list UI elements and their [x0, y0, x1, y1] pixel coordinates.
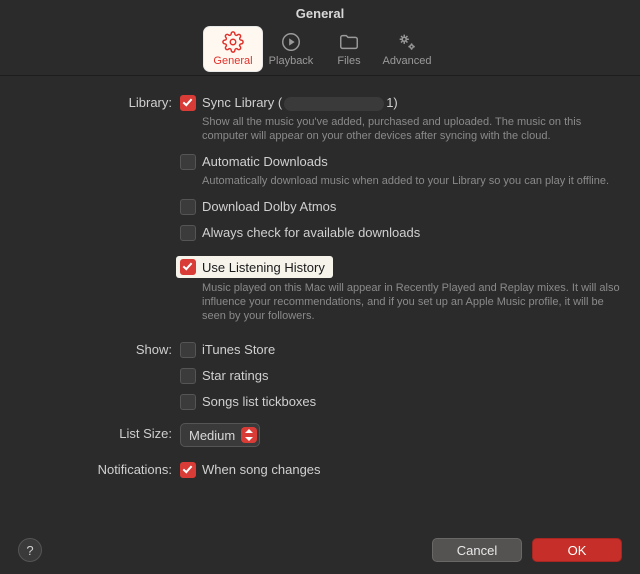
help-button[interactable]: ? [18, 538, 42, 562]
checkbox-sync-library[interactable] [180, 95, 196, 111]
option-itunes-store-label: iTunes Store [202, 341, 275, 359]
option-dolby-atmos[interactable]: Download Dolby Atmos [180, 198, 620, 216]
option-sync-library[interactable]: Sync Library (1) [180, 94, 620, 112]
checkbox-star-ratings[interactable] [180, 368, 196, 384]
checkbox-check-downloads[interactable] [180, 225, 196, 241]
option-check-downloads[interactable]: Always check for available downloads [180, 224, 620, 242]
preferences-toolbar: General Playback Files Advanced [0, 27, 640, 76]
tab-files-label: Files [320, 55, 378, 67]
option-listening-history-desc: Music played on this Mac will appear in … [202, 281, 620, 323]
checkbox-itunes-store[interactable] [180, 342, 196, 358]
option-auto-downloads[interactable]: Automatic Downloads [180, 153, 620, 171]
label-list-size: List Size: [20, 423, 180, 445]
option-dolby-atmos-label: Download Dolby Atmos [202, 198, 336, 216]
label-library: Library: [20, 94, 180, 112]
tab-playback-label: Playback [262, 55, 320, 67]
checkbox-auto-downloads[interactable] [180, 154, 196, 170]
option-song-changes-label: When song changes [202, 461, 321, 479]
option-auto-downloads-label: Automatic Downloads [202, 153, 328, 171]
tab-general-label: General [204, 55, 262, 67]
tab-advanced-label: Advanced [378, 55, 436, 67]
gears-icon [396, 31, 418, 53]
checkbox-dolby-atmos[interactable] [180, 199, 196, 215]
option-star-ratings-label: Star ratings [202, 367, 268, 385]
option-itunes-store[interactable]: iTunes Store [180, 341, 620, 359]
window-title: General [0, 0, 640, 21]
cancel-button[interactable]: Cancel [432, 538, 522, 562]
checkbox-listening-history[interactable] [180, 259, 196, 275]
select-list-size[interactable]: Medium [180, 423, 260, 447]
option-sync-library-desc: Show all the music you've added, purchas… [202, 115, 620, 143]
option-listening-history-label: Use Listening History [202, 260, 325, 275]
tab-playback[interactable]: Playback [262, 27, 320, 71]
play-circle-icon [280, 31, 302, 53]
option-songs-tickboxes-label: Songs list tickboxes [202, 393, 316, 411]
checkbox-songs-tickboxes[interactable] [180, 394, 196, 410]
option-songs-tickboxes[interactable]: Songs list tickboxes [180, 393, 620, 411]
select-list-size-value: Medium [189, 428, 235, 443]
checkbox-song-changes[interactable] [180, 462, 196, 478]
ok-button[interactable]: OK [532, 538, 622, 562]
option-sync-library-label: Sync Library (1) [202, 94, 398, 112]
redacted-id [284, 97, 384, 111]
tab-advanced[interactable]: Advanced [378, 27, 436, 71]
option-auto-downloads-desc: Automatically download music when added … [202, 174, 620, 188]
label-show: Show: [20, 341, 180, 359]
tab-general[interactable]: General [204, 27, 262, 71]
option-check-downloads-label: Always check for available downloads [202, 224, 420, 242]
option-star-ratings[interactable]: Star ratings [180, 367, 620, 385]
label-notifications: Notifications: [20, 461, 180, 479]
tab-files[interactable]: Files [320, 27, 378, 71]
gear-icon [222, 31, 244, 53]
option-song-changes[interactable]: When song changes [180, 461, 620, 479]
stepper-icon [241, 427, 257, 443]
folder-icon [338, 31, 360, 53]
option-listening-history[interactable]: Use Listening History [176, 256, 333, 278]
